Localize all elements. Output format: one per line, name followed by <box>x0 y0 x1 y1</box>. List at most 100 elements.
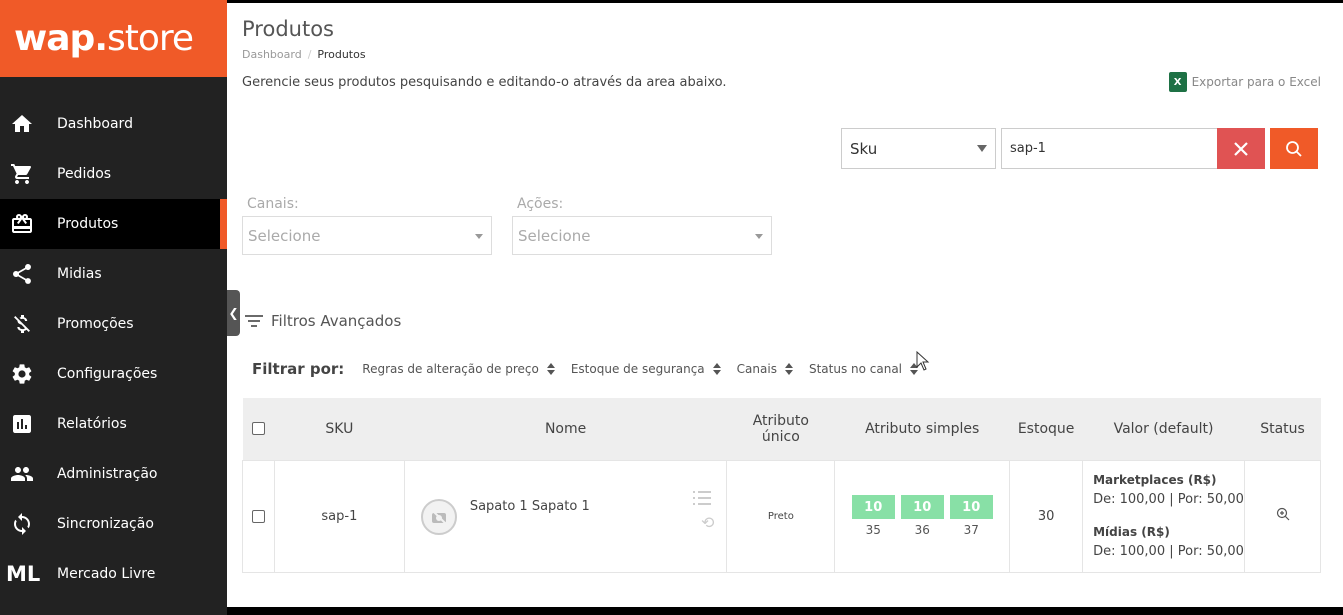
attr-variant: 10 37 <box>949 495 993 537</box>
select-all-cell <box>242 398 275 460</box>
home-icon <box>0 112 57 136</box>
clear-search-button[interactable] <box>1217 128 1265 169</box>
col-stock[interactable]: Estoque <box>1009 398 1083 460</box>
sidebar-item-label: Sincronização <box>57 516 154 532</box>
cell-name: Sapato 1 Sapato 1 ⟲ <box>403 459 728 573</box>
sort-channels[interactable]: Canais <box>737 362 793 376</box>
ml-icon: ML <box>6 562 41 586</box>
product-name[interactable]: Sapato 1 Sapato 1 <box>470 499 590 514</box>
sidebar-item-pedidos[interactable]: Pedidos <box>0 149 227 199</box>
page-title: Produtos <box>242 17 334 41</box>
cell-unique-attr: Preto <box>726 459 836 573</box>
cell-stock: 30 <box>1009 459 1084 573</box>
table-row[interactable]: sap-1 Sapato 1 Sapato 1 ⟲ Preto 10 35 10… <box>242 459 1321 573</box>
canais-label: Canais: <box>247 196 299 212</box>
sort-option-label: Canais <box>736 362 777 376</box>
attr-stock-badge: 10 <box>949 495 993 519</box>
col-simple-attr[interactable]: Atributo simples <box>834 398 1010 460</box>
filter-by-label: Filtrar por: <box>252 360 345 378</box>
breadcrumb-dashboard-link[interactable]: Dashboard <box>242 48 302 61</box>
cell-status <box>1244 459 1321 573</box>
excel-icon: X <box>1168 72 1187 92</box>
sidebar-item-label: Mercado Livre <box>57 566 156 582</box>
mouse-cursor-icon <box>916 351 930 371</box>
export-excel-button[interactable]: X Exportar para o Excel <box>1168 72 1321 92</box>
sidebar-item-dashboard[interactable]: Dashboard <box>0 99 227 149</box>
brand-logo[interactable]: wap.store <box>0 0 227 77</box>
people-icon <box>0 462 57 486</box>
export-label: Exportar para o Excel <box>1191 75 1321 89</box>
sidebar-item-label: Dashboard <box>57 116 133 132</box>
sync-alert-icon[interactable]: ⟲ <box>701 513 714 532</box>
search-button[interactable] <box>1270 128 1318 169</box>
attr-size: 37 <box>963 523 979 537</box>
caret-down-icon <box>475 234 483 239</box>
sidebar-item-mercado-livre[interactable]: ML Mercado Livre <box>0 549 227 599</box>
table-header-row: SKU Nome Atributo único Atributo simples … <box>242 398 1321 460</box>
cell-simple-attr: 10 35 10 36 10 37 <box>834 459 1011 573</box>
sync-icon <box>0 512 57 536</box>
acoes-select[interactable]: Selecione <box>512 216 772 255</box>
col-unique-attr-line2: único <box>761 428 800 445</box>
row-checkbox[interactable] <box>251 509 265 523</box>
canais-select[interactable]: Selecione <box>242 216 492 255</box>
share-icon <box>0 262 57 286</box>
sidebar-item-label: Promoções <box>57 316 134 332</box>
sidebar-item-promocoes[interactable]: Promoções <box>0 299 227 349</box>
sidebar-item-label: Relatórios <box>57 416 127 432</box>
cart-icon <box>0 162 57 186</box>
attr-variant: 10 36 <box>900 495 944 537</box>
breadcrumb-current: Produtos <box>317 48 366 61</box>
search-input[interactable] <box>1001 128 1217 169</box>
attr-stock-badge: 10 <box>851 495 895 519</box>
canais-placeholder: Selecione <box>248 226 321 245</box>
sort-arrows-icon <box>546 363 555 375</box>
caret-down-icon <box>755 234 763 239</box>
top-strip <box>227 0 1343 3</box>
sort-safety-stock[interactable]: Estoque de segurança <box>571 362 721 376</box>
col-value[interactable]: Valor (default) <box>1082 398 1245 460</box>
sort-option-label: Estoque de segurança <box>570 362 705 376</box>
sidebar-item-label: Administração <box>57 466 158 482</box>
sidebar-item-relatorios[interactable]: Relatórios <box>0 399 227 449</box>
advanced-filters-toggle[interactable]: Filtros Avançados <box>244 312 401 330</box>
col-unique-attr[interactable]: Atributo único <box>726 398 835 460</box>
search-field-value: Sku <box>850 139 878 158</box>
sidebar-item-midias[interactable]: Midias <box>0 249 227 299</box>
filter-by-bar: Filtrar por: Regras de alteração de preç… <box>252 360 934 378</box>
dollar-off-icon <box>0 312 57 336</box>
sort-price-rules[interactable]: Regras de alteração de preço <box>362 362 555 376</box>
acoes-label: Ações: <box>517 196 564 212</box>
main-content: Produtos Dashboard / Produtos Gerencie s… <box>227 0 1343 607</box>
list-icon[interactable] <box>692 490 712 509</box>
sidebar-item-label: Pedidos <box>57 166 112 182</box>
marketplaces-price-value: De: 100,00 | Por: 50,00 <box>1093 492 1244 507</box>
sidebar-item-administracao[interactable]: Administração <box>0 449 227 499</box>
sidebar-item-label: Configurações <box>57 366 158 382</box>
select-all-checkbox[interactable] <box>251 422 265 436</box>
search-field-select[interactable]: Sku <box>841 128 996 169</box>
sidebar: wap.store Dashboard Pedidos Produtos Mid… <box>0 0 227 615</box>
sidebar-item-label: Midias <box>57 266 102 282</box>
col-sku[interactable]: SKU <box>274 398 405 460</box>
attr-stock-badge: 10 <box>900 495 944 519</box>
col-status[interactable]: Status <box>1244 398 1321 460</box>
sidebar-item-sincronizacao[interactable]: Sincronização <box>0 499 227 549</box>
row-select-cell <box>242 459 275 573</box>
sort-channel-status[interactable]: Status no canal <box>809 362 919 376</box>
zoom-in-icon[interactable] <box>1276 507 1290 521</box>
no-image-icon <box>420 498 457 535</box>
sidebar-nav: Dashboard Pedidos Produtos Midias Promoç… <box>0 99 227 599</box>
cell-value: Marketplaces (R$) De: 100,00 | Por: 50,0… <box>1082 459 1245 573</box>
advanced-filters-label: Filtros Avançados <box>271 312 402 330</box>
attr-variant: 10 35 <box>851 495 895 537</box>
marketplaces-price-title: Marketplaces (R$) <box>1093 473 1217 487</box>
gear-icon <box>0 362 57 386</box>
sidebar-item-configuracoes[interactable]: Configurações <box>0 349 227 399</box>
bottom-bar <box>227 607 1343 615</box>
sidebar-item-produtos[interactable]: Produtos <box>0 199 227 249</box>
attr-size: 35 <box>865 523 881 537</box>
col-name[interactable]: Nome <box>404 398 727 460</box>
sidebar-item-label: Produtos <box>57 216 119 232</box>
sort-option-label: Regras de alteração de preço <box>362 362 539 376</box>
